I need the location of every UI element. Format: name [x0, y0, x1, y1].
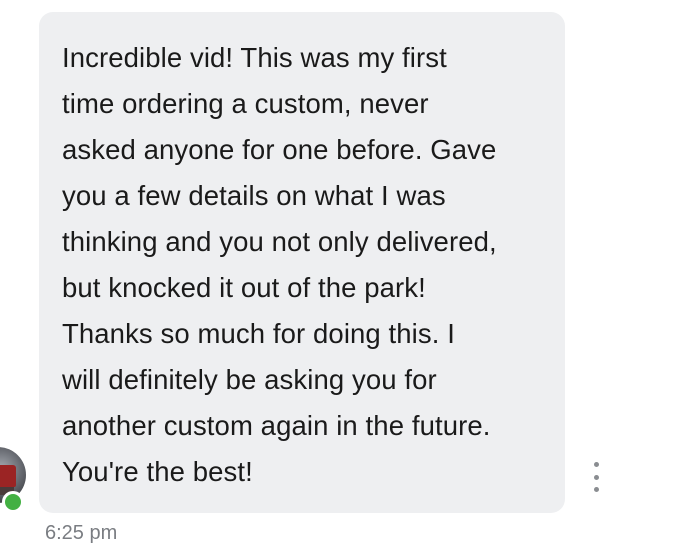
more-vertical-icon	[593, 487, 599, 492]
message-line: Thanks so much for doing this. I	[62, 318, 455, 349]
profile-avatar-icon	[0, 465, 16, 495]
message-line: will definitely be asking you for	[62, 364, 437, 395]
message-text: Incredible vid! This was my first time o…	[62, 35, 545, 495]
online-status-icon	[2, 491, 24, 513]
more-vertical-icon	[593, 462, 599, 467]
message-bubble[interactable]: Incredible vid! This was my first time o…	[39, 12, 565, 513]
message-line: You're the best!	[62, 456, 253, 487]
chat-view: Incredible vid! This was my first time o…	[0, 0, 680, 560]
message-line: time ordering a custom, never	[62, 88, 429, 119]
message-line: another custom again in the future.	[62, 410, 491, 441]
message-line: you a few details on what I was	[62, 180, 446, 211]
message-line: thinking and you not only delivered,	[62, 226, 497, 257]
message-timestamp: 6:25 pm	[45, 522, 118, 544]
message-line: but knocked it out of the park!	[62, 272, 426, 303]
message-line: asked anyone for one before. Gave	[62, 134, 497, 165]
more-options-button[interactable]	[586, 462, 606, 492]
more-vertical-icon	[593, 474, 599, 480]
message-line: Incredible vid! This was my first	[62, 42, 447, 73]
